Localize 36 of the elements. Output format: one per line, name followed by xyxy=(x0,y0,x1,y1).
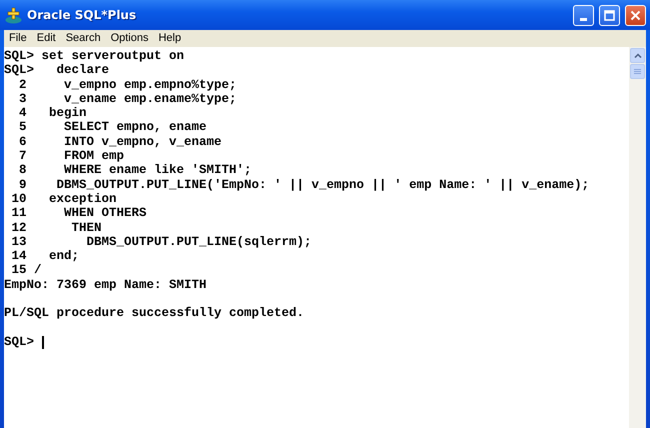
close-button[interactable] xyxy=(625,4,646,26)
maximize-icon xyxy=(604,10,615,20)
menu-item[interactable]: Options xyxy=(106,30,154,47)
app-icon xyxy=(5,6,22,24)
console-line: 12 THEN xyxy=(10,220,102,235)
console-line: 13 DBMS_OUTPUT.PUT_LINE(sqlerrm); xyxy=(10,234,312,250)
console-line: 11 WHEN OTHERS xyxy=(10,206,147,221)
console-line: 9 DBMS_OUTPUT.PUT_LINE('EmpNo: ' || v_empno || ' emp Name: ' || v_ename); xyxy=(18,178,590,192)
scroll-up-button[interactable] xyxy=(630,48,645,63)
menu-item[interactable]: File xyxy=(4,30,32,47)
caret-up-icon xyxy=(634,53,642,58)
scroll-thumb[interactable] xyxy=(630,64,645,79)
console-line: SQL> set serveroutput on xyxy=(4,49,184,64)
window-title: Oracle SQL*Plus xyxy=(27,7,138,24)
menu-item[interactable]: Help xyxy=(153,30,186,47)
scrollbar[interactable] xyxy=(629,47,646,428)
console-line: SQL> xyxy=(4,334,36,350)
console-line: SQL> declare xyxy=(4,63,110,78)
console-line: 6 INTO v_empno, v_ename xyxy=(18,134,222,150)
menu-item[interactable]: Search xyxy=(60,30,106,47)
console-line: 7 FROM emp xyxy=(18,149,124,164)
console-line: PL/SQL procedure successfully completed. xyxy=(4,306,304,321)
console-line: 15 / xyxy=(10,263,42,278)
minimize-button[interactable] xyxy=(573,4,594,26)
minimize-icon xyxy=(580,18,587,20)
close-icon xyxy=(630,10,641,20)
maximize-button[interactable] xyxy=(599,4,620,26)
console-line: 10 exception xyxy=(10,192,117,206)
menu-item[interactable]: Edit xyxy=(32,30,61,47)
console-line: 14 end; xyxy=(10,249,80,264)
console-line: 3 v_ename emp.ename%type; xyxy=(18,92,237,106)
console-line: 8 WHERE ename like 'SMITH'; xyxy=(18,163,252,178)
console-line: EmpNo: 7369 emp Name: SMITH xyxy=(4,278,207,292)
console-line: 4 begin xyxy=(18,106,87,120)
console-line: 2 v_empno emp.empno%type; xyxy=(18,78,237,92)
console-line: 5 SELECT empno, ename xyxy=(18,120,207,135)
